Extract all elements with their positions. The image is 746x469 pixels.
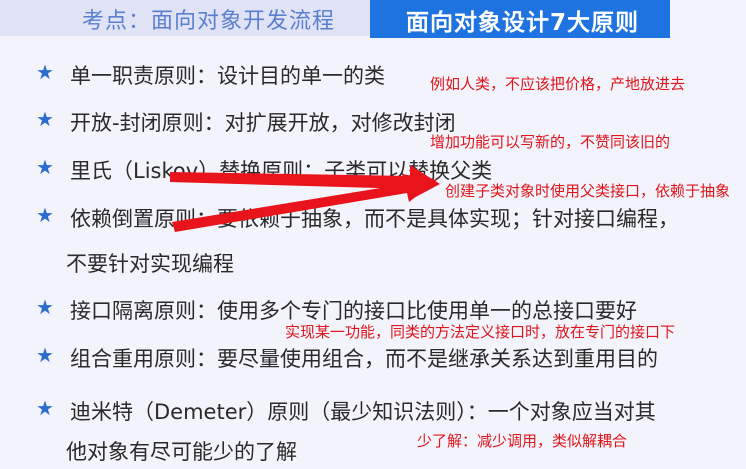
annotation-arrows bbox=[170, 165, 440, 232]
annotation-note: 创建子类对象时使用父类接口，依赖于抽象 bbox=[445, 182, 731, 200]
annotation-note: 增加功能可以写新的，不赞同该旧的 bbox=[430, 133, 671, 151]
annotation-note: 实现某一功能，同类的方法定义接口时，放在专门的接口下 bbox=[285, 323, 676, 341]
arrow-upper bbox=[170, 165, 440, 200]
annotation-note: 例如人类，不应该把价格，产地放进去 bbox=[430, 75, 686, 93]
annotation-note: 少了解：减少调用，类似解耦合 bbox=[417, 432, 628, 450]
